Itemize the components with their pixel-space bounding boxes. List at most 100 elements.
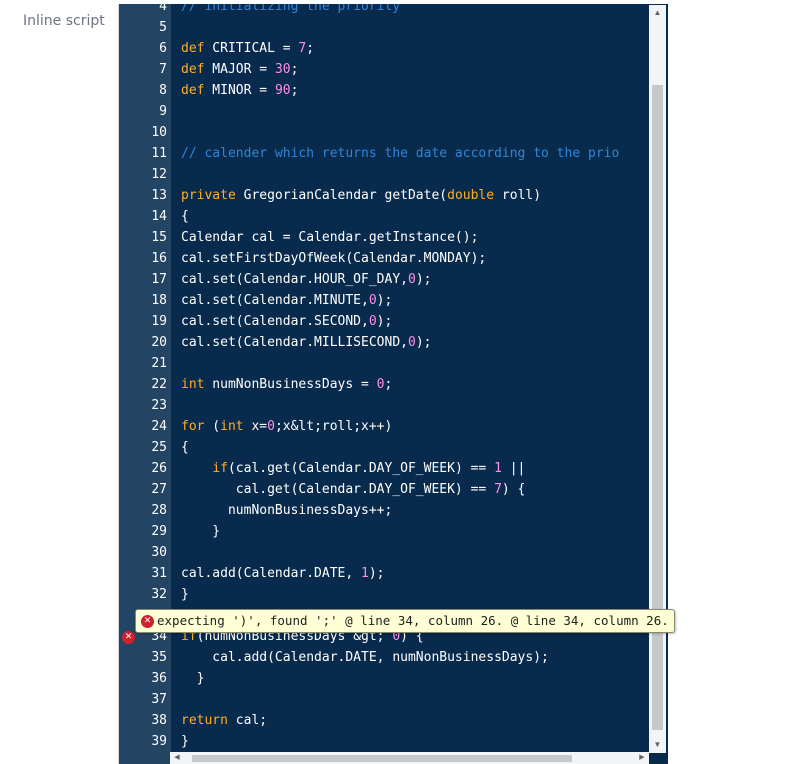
code-token: 0 — [376, 377, 385, 392]
line-number: 5 — [159, 20, 167, 35]
horizontal-scrollbar[interactable]: ◀ ▶ — [170, 752, 649, 764]
code-token: def — [181, 83, 205, 98]
error-tooltip: ✕ expecting ')', found ';' @ line 34, col… — [135, 609, 675, 633]
code-token: def — [181, 62, 205, 77]
line-number: 19 — [151, 314, 167, 329]
line-number: 28 — [151, 503, 167, 518]
code-token: ; — [290, 83, 299, 98]
code-line[interactable]: def MINOR = 90; — [181, 80, 651, 101]
code-token: cal.set(Calendar.MILLISECOND, — [181, 335, 408, 350]
error-marker-icon[interactable]: ✕ — [122, 631, 135, 644]
code-line[interactable]: if(cal.get(Calendar.DAY_OF_WEEK) == 1 || — [181, 458, 651, 479]
code-token: ) { — [501, 482, 526, 497]
line-number: 16 — [151, 251, 167, 266]
code-line[interactable] — [181, 17, 651, 38]
code-token: private — [181, 188, 236, 203]
code-token: ); — [415, 335, 432, 350]
code-token: ;x&lt;roll;x++) — [274, 419, 393, 434]
code-token: double — [447, 188, 495, 203]
code-line[interactable] — [181, 542, 651, 563]
code-token: 0 — [368, 293, 377, 308]
code-token: for — [181, 419, 205, 434]
code-line[interactable]: for (int x=0;x&lt;roll;x++) — [181, 416, 651, 437]
code-line[interactable]: cal.get(Calendar.DAY_OF_WEEK) == 7) { — [181, 479, 651, 500]
code-editor[interactable]: 4 5 6 7 8 9 10 11 12 13 14 15 16 17 18 19 20 21 22 23 24 25 26… — [118, 4, 668, 764]
code-token: ); — [368, 566, 385, 581]
code-token: if — [212, 461, 228, 476]
scroll-right-arrow-icon[interactable]: ▶ — [635, 752, 649, 764]
code-area[interactable]: // initializing the priority def CRITICA… — [181, 4, 651, 752]
code-line[interactable]: cal.set(Calendar.MINUTE,0); — [181, 290, 651, 311]
code-token: MINOR = — [204, 83, 275, 98]
code-token: 30 — [274, 62, 291, 77]
vertical-scroll-thumb[interactable] — [652, 85, 663, 730]
code-line[interactable] — [181, 689, 651, 710]
line-number: 38 — [151, 713, 167, 728]
code-token: def — [181, 41, 205, 56]
code-token: GregorianCalendar getDate( — [235, 188, 448, 203]
code-token: roll) — [494, 188, 542, 203]
code-line[interactable]: return cal; — [181, 710, 651, 731]
line-number: 37 — [151, 692, 167, 707]
code-line[interactable]: cal.add(Calendar.DATE, numNonBusinessDay… — [181, 647, 651, 668]
code-line[interactable]: // initializing the priority — [181, 4, 651, 17]
code-line[interactable]: def MAJOR = 30; — [181, 59, 651, 80]
line-number: 11 — [151, 146, 167, 161]
line-number: 31 — [151, 566, 167, 581]
code-token: 1 — [361, 566, 369, 581]
code-token: 0 — [368, 314, 377, 329]
line-number: 7 — [159, 62, 167, 77]
code-line[interactable]: Calendar cal = Calendar.getInstance(); — [181, 227, 651, 248]
code-line[interactable]: } — [181, 668, 651, 689]
code-line[interactable]: { — [181, 437, 651, 458]
line-number: 35 — [151, 650, 167, 665]
line-number: 10 — [151, 125, 167, 140]
vertical-scrollbar[interactable]: ▲ ▼ — [649, 5, 666, 753]
line-number: 8 — [159, 83, 167, 98]
code-line[interactable] — [181, 395, 651, 416]
code-line[interactable]: { — [181, 206, 651, 227]
code-token: cal; — [227, 713, 268, 728]
code-token: int — [181, 377, 205, 392]
code-line[interactable]: cal.set(Calendar.HOUR_OF_DAY,0); — [181, 269, 651, 290]
code-token: (cal.get(Calendar.DAY_OF_WEEK) == — [227, 461, 495, 476]
code-line[interactable]: // calender which returns the date accor… — [181, 143, 651, 164]
code-line[interactable] — [181, 101, 651, 122]
code-token: MAJOR = — [204, 62, 275, 77]
code-token: // initializing the priority — [181, 4, 401, 14]
line-number: 32 — [151, 587, 167, 602]
code-line[interactable]: } — [181, 584, 651, 605]
code-line[interactable]: int numNonBusinessDays = 0; — [181, 374, 651, 395]
code-line[interactable]: cal.set(Calendar.MILLISECOND,0); — [181, 332, 651, 353]
line-number: 15 — [151, 230, 167, 245]
code-token: numNonBusinessDays = — [204, 377, 377, 392]
scroll-up-arrow-icon[interactable]: ▲ — [649, 5, 666, 21]
code-line[interactable]: cal.set(Calendar.SECOND,0); — [181, 311, 651, 332]
code-token: cal.get(Calendar.DAY_OF_WEEK) == — [181, 482, 495, 497]
code-token: cal.setFirstDayOfWeek(Calendar.MONDAY); — [181, 251, 487, 266]
code-line[interactable]: def CRITICAL = 7; — [181, 38, 651, 59]
code-line[interactable]: } — [181, 521, 651, 542]
horizontal-scroll-thumb[interactable] — [192, 755, 572, 762]
line-number: 36 — [151, 671, 167, 686]
code-token: cal.add(Calendar.DATE, — [181, 566, 362, 581]
code-token: 1 — [494, 461, 502, 476]
code-line[interactable] — [181, 353, 651, 374]
line-number: 27 — [151, 482, 167, 497]
code-line[interactable]: cal.setFirstDayOfWeek(Calendar.MONDAY); — [181, 248, 651, 269]
code-token: CRITICAL = — [204, 41, 299, 56]
code-line[interactable]: numNonBusinessDays++; — [181, 500, 651, 521]
code-line[interactable]: } — [181, 731, 651, 752]
code-token: || — [501, 461, 526, 476]
scroll-left-arrow-icon[interactable]: ◀ — [170, 752, 184, 764]
code-token: ; — [306, 41, 315, 56]
code-token: { — [181, 440, 189, 455]
code-line[interactable] — [181, 122, 651, 143]
code-line[interactable] — [181, 164, 651, 185]
code-line[interactable]: cal.add(Calendar.DATE, 1); — [181, 563, 651, 584]
line-number: 23 — [151, 398, 167, 413]
code-token: 0 — [267, 419, 275, 434]
scroll-down-arrow-icon[interactable]: ▼ — [649, 737, 666, 753]
code-line[interactable]: private GregorianCalendar getDate(double… — [181, 185, 651, 206]
line-number: 25 — [151, 440, 167, 455]
